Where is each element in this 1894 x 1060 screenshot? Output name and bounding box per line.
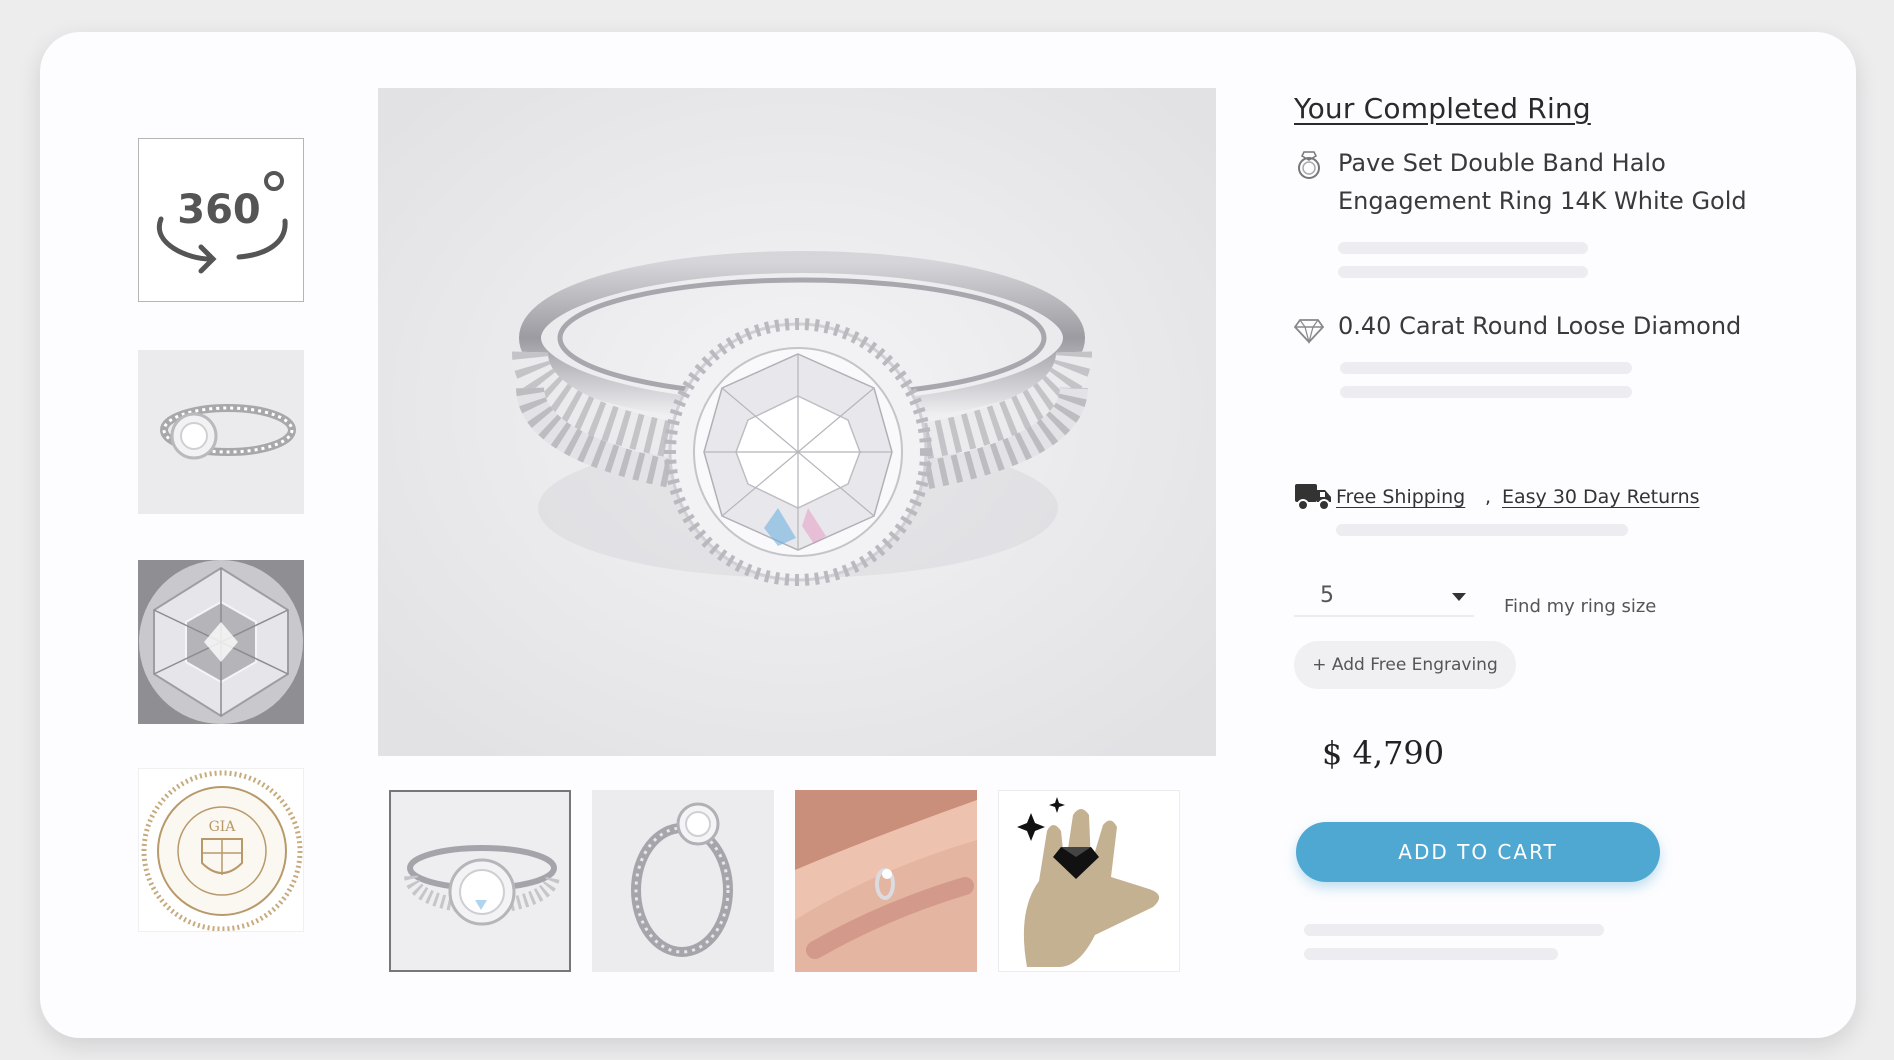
product-price: $ 4,790	[1322, 734, 1445, 772]
ring-icon	[1298, 151, 1320, 179]
thumbnail-360-view[interactable]: 360	[138, 138, 304, 302]
ring-size-value: 5	[1320, 583, 1334, 608]
ring-side-image	[160, 404, 296, 460]
setting-name: Pave Set Double Band Halo Engagement Rin…	[1338, 149, 1747, 215]
free-shipping-link[interactable]: Free Shipping	[1336, 486, 1465, 508]
thumbnail-ring-front-view[interactable]	[389, 790, 571, 972]
gia-seal-icon: GIA	[141, 770, 303, 931]
easy-returns-link[interactable]: Easy 30 Day Returns	[1502, 486, 1700, 508]
add-engraving-button[interactable]: + Add Free Engraving	[1294, 641, 1516, 689]
thumbnail-ring-side-view[interactable]	[138, 350, 304, 514]
find-ring-size-link[interactable]: Find my ring size	[1504, 596, 1656, 617]
ring-angle-image	[631, 802, 733, 957]
ring-size-select[interactable]: 5	[1294, 579, 1474, 617]
rotate-360-icon: 360	[156, 171, 288, 274]
diamond-skeleton-line	[1340, 386, 1632, 398]
diamond-icon	[1294, 319, 1324, 344]
badge-360-text: 360	[177, 187, 261, 233]
hand-sparkle-icon	[1017, 797, 1160, 967]
product-card: 360 GIA Your Completed Ring Pave Set Dou…	[40, 32, 1856, 1038]
setting-skeleton-line	[1338, 266, 1588, 278]
thumbnail-ring-on-hand[interactable]	[795, 790, 977, 972]
engagement-ring-photo	[378, 88, 1216, 756]
diamond-closeup-image	[139, 560, 303, 724]
shipping-skeleton-line	[1336, 524, 1628, 536]
completed-ring-title[interactable]: Your Completed Ring	[1294, 92, 1591, 125]
main-product-image[interactable]	[378, 88, 1216, 756]
thumbnail-hand-size-guide[interactable]	[998, 790, 1180, 972]
truck-icon	[1295, 484, 1331, 511]
diamond-name: 0.40 Carat Round Loose Diamond	[1338, 312, 1742, 340]
footer-skeleton-line	[1304, 948, 1558, 960]
shipping-separator: ,	[1485, 486, 1492, 508]
thumbnail-gia-certificate[interactable]: GIA	[138, 768, 304, 932]
thumbnail-ring-angle-view[interactable]	[592, 790, 774, 972]
add-to-cart-button[interactable]: ADD TO CART	[1296, 822, 1660, 882]
seal-text: GIA	[209, 819, 237, 835]
thumbnail-diamond-closeup[interactable]	[138, 560, 304, 724]
setting-skeleton-line	[1338, 242, 1588, 254]
ring-front-image	[404, 845, 560, 926]
chevron-down-icon	[1452, 593, 1466, 601]
footer-skeleton-line	[1304, 924, 1604, 936]
ring-on-hand-image	[795, 790, 977, 972]
diamond-skeleton-line	[1340, 362, 1632, 374]
